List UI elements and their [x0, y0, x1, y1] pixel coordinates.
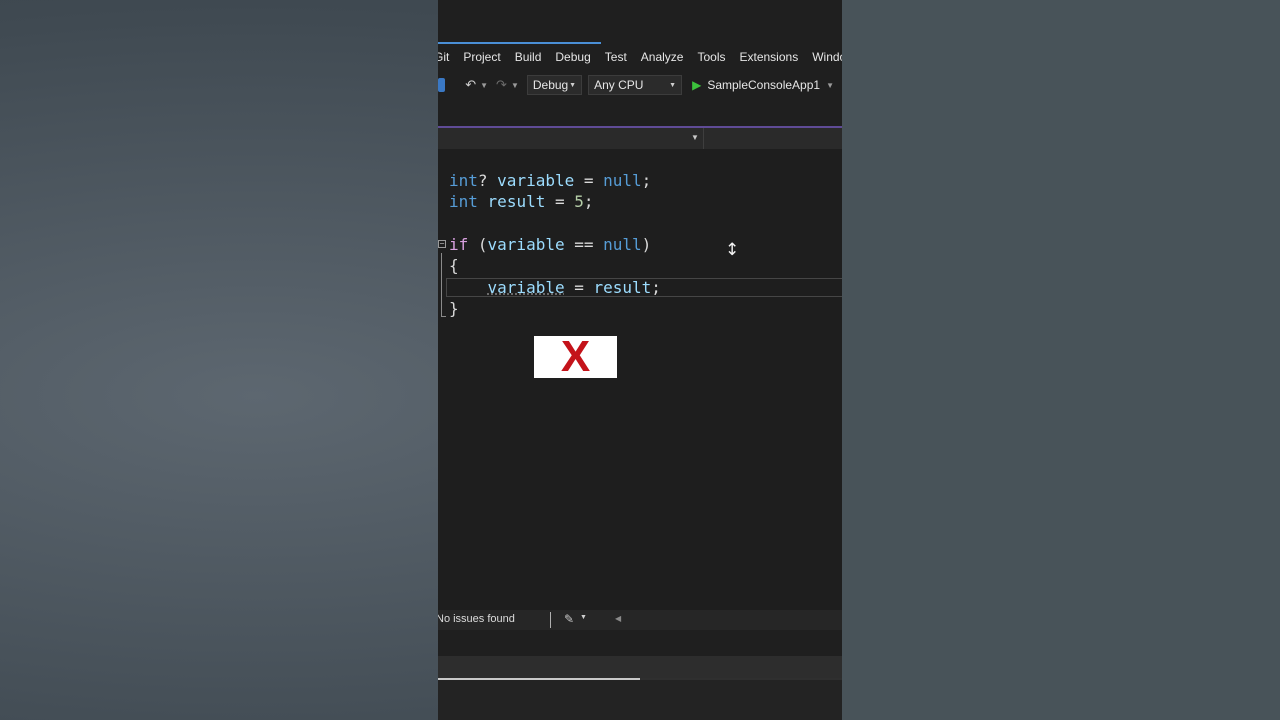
collapse-icon[interactable]: −: [438, 240, 446, 248]
menu-project[interactable]: Project: [456, 50, 507, 64]
code-line-5: {: [449, 256, 459, 275]
code-line-6: variable = result;: [487, 278, 661, 297]
menu-tools[interactable]: Tools: [690, 50, 732, 64]
configuration-value: Debug: [532, 78, 569, 92]
output-panel: [438, 656, 842, 678]
bottom-spacer: [438, 630, 842, 656]
code-line-7: }: [449, 299, 459, 318]
menu-git[interactable]: Git: [438, 50, 456, 64]
scroll-left-icon[interactable]: ◀: [615, 614, 621, 623]
background-right: [842, 0, 1280, 720]
menu-window[interactable]: Window: [805, 50, 842, 64]
code-editor[interactable]: − int? variable = null; int result = 5; …: [438, 149, 842, 610]
issues-status[interactable]: No issues found: [438, 613, 515, 625]
undo-icon[interactable]: ↶: [465, 77, 476, 93]
bottom-area: [438, 680, 842, 720]
run-icon[interactable]: ▶: [692, 78, 701, 92]
broom-icon[interactable]: ✎: [564, 612, 574, 626]
code-line-1: int? variable = null;: [449, 171, 652, 190]
navigation-dropdown-icon[interactable]: ▼: [691, 133, 699, 142]
x-mark-icon: X: [560, 332, 591, 381]
startup-dropdown-icon[interactable]: ▼: [826, 81, 834, 90]
visual-studio-window: Git Project Build Debug Test Analyze Too…: [438, 0, 842, 720]
code-line-2: int result = 5;: [449, 192, 594, 211]
configuration-select[interactable]: Debug ▼: [526, 75, 583, 95]
menu-bar: Git Project Build Debug Test Analyze Too…: [438, 44, 842, 70]
code-line-4: if (variable == null): [449, 235, 652, 254]
error-overlay-box: X: [534, 332, 617, 381]
solution-icon[interactable]: [438, 78, 446, 92]
menu-debug[interactable]: Debug: [548, 50, 597, 64]
toolbar: ↶ ▼ ↷ ▼ Debug ▼ Any CPU ▼ ▶ SampleConsol…: [438, 72, 842, 98]
navigation-bar: ▼: [438, 128, 842, 149]
platform-value: Any CPU: [594, 78, 644, 92]
status-separator: [550, 612, 551, 628]
text-resize-cursor-icon: ↕: [725, 240, 740, 260]
title-strip: [438, 0, 842, 44]
redo-icon[interactable]: ↷: [496, 77, 507, 93]
document-tab-strip: [438, 100, 842, 126]
menu-test[interactable]: Test: [598, 50, 634, 64]
cleanup-dropdown-icon[interactable]: ▼: [580, 614, 587, 621]
outline-fold-line: [441, 253, 442, 317]
menu-extensions[interactable]: Extensions: [733, 50, 806, 64]
status-bar: No issues found ✎ ▼ ◀: [438, 610, 842, 630]
navigation-separator: [703, 128, 704, 149]
undo-dropdown-icon[interactable]: ▼: [480, 81, 488, 90]
outline-fold-end: [441, 316, 446, 317]
menu-analyze[interactable]: Analyze: [634, 50, 691, 64]
chevron-down-icon: ▼: [669, 81, 677, 89]
redo-dropdown-icon[interactable]: ▼: [511, 81, 519, 90]
startup-project-button[interactable]: SampleConsoleApp1: [707, 78, 820, 92]
chevron-down-icon: ▼: [569, 81, 577, 89]
menu-build[interactable]: Build: [508, 50, 549, 64]
platform-select[interactable]: Any CPU ▼: [588, 75, 683, 95]
